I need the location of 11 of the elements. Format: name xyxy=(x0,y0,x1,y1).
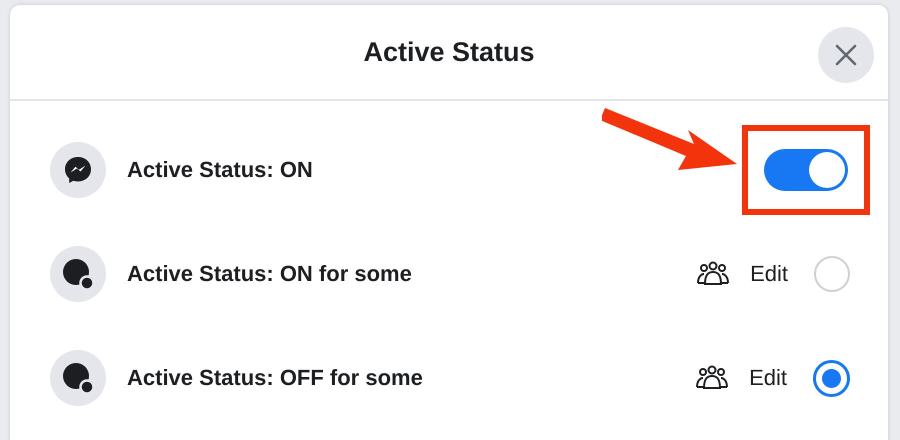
toggle-switch[interactable] xyxy=(764,149,848,191)
people-icon xyxy=(695,365,730,391)
dialog-title: Active Status xyxy=(363,36,535,68)
edit-button[interactable]: Edit xyxy=(749,365,787,391)
radio-button[interactable] xyxy=(813,360,850,396)
people-icon xyxy=(696,261,730,287)
close-icon xyxy=(834,43,858,67)
edit-button[interactable]: Edit xyxy=(750,261,788,287)
option-label: Active Status: ON for some xyxy=(127,261,413,287)
option-label: Active Status: ON xyxy=(127,157,314,183)
option-label: Active Status: OFF for some xyxy=(127,365,424,391)
